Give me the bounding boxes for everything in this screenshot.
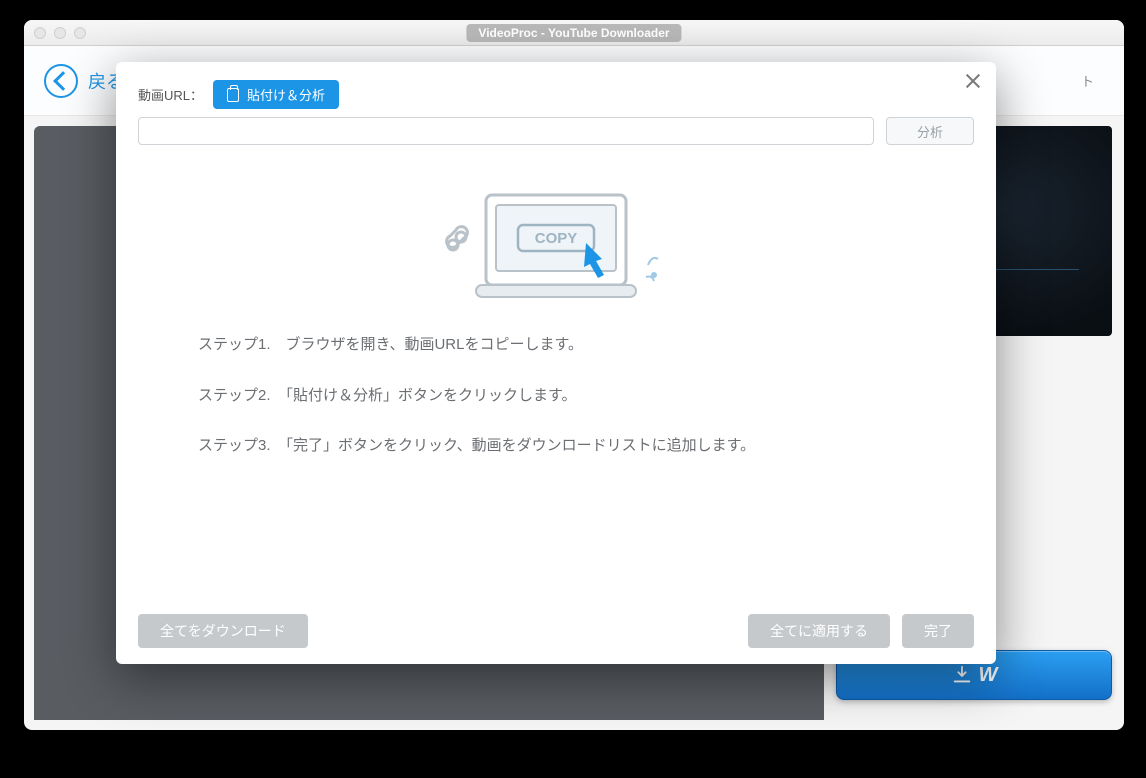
close-light[interactable] [34,27,46,39]
dialog-footer: 全てをダウンロード 全てに適用する 完了 [138,614,974,648]
add-url-dialog: 動画URL： 貼付け＆分析 分析 COPY ステップ1. ブラウザを開き、動画U… [116,62,996,664]
back-arrow-icon [44,64,78,98]
apply-all-button[interactable]: 全てに適用する [748,614,890,648]
done-button[interactable]: 完了 [902,614,974,648]
download-w: W [979,664,998,687]
paste-analyze-button[interactable]: 貼付け＆分析 [213,80,339,109]
zoom-light[interactable] [74,27,86,39]
step-1: ステップ1. ブラウザを開き、動画URLをコピーします。 [198,331,914,360]
back-button[interactable]: 戻る [44,64,124,98]
traffic-lights [34,27,86,39]
toolbar-hint: ト [1081,71,1094,90]
titlebar: VideoProc - YouTube Downloader [24,20,1124,46]
instruction-steps: ステップ1. ブラウザを開き、動画URLをコピーします。 ステップ2. 「貼付け… [138,331,974,483]
url-input-row: 分析 [138,117,974,145]
instruction-illustration: COPY [436,185,676,305]
close-icon[interactable] [964,72,982,90]
url-input[interactable] [138,117,874,145]
window-title: VideoProc - YouTube Downloader [466,24,681,42]
paste-analyze-label: 貼付け＆分析 [247,85,325,104]
download-icon [951,664,973,686]
step-2: ステップ2. 「貼付け＆分析」ボタンをクリックします。 [198,382,914,411]
analyze-button[interactable]: 分析 [886,117,974,145]
download-all-button[interactable]: 全てをダウンロード [138,614,308,648]
svg-text:COPY: COPY [535,230,578,247]
url-header-row: 動画URL： 貼付け＆分析 [138,80,974,109]
url-label: 動画URL： [138,85,203,104]
minimize-light[interactable] [54,27,66,39]
step-3: ステップ3. 「完了」ボタンをクリック、動画をダウンロードリストに追加します。 [198,432,914,461]
clipboard-icon [227,88,239,102]
